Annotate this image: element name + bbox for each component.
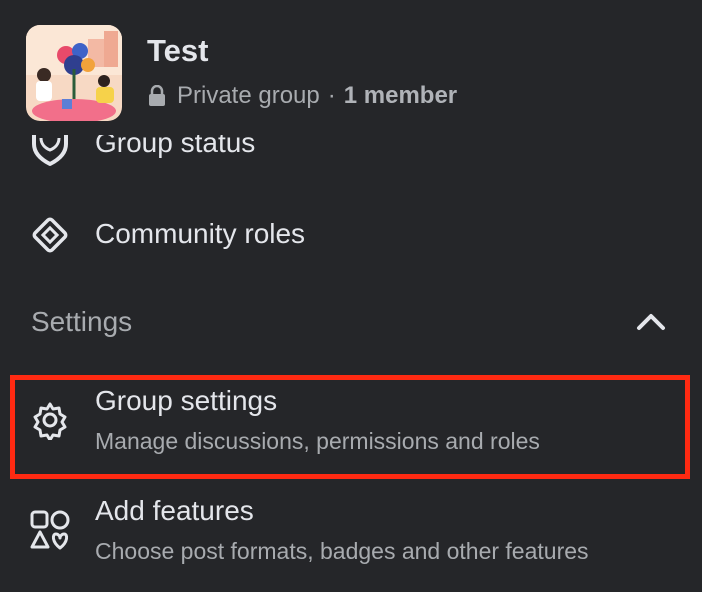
lock-icon xyxy=(149,85,165,106)
community-roles-item[interactable]: Community roles xyxy=(0,195,702,275)
group-cover-image[interactable] xyxy=(26,25,122,121)
chevron-up-icon[interactable] xyxy=(633,306,669,338)
add-features-title: Add features xyxy=(95,495,254,526)
group-meta: Private group · 1 member xyxy=(147,82,457,110)
add-features-item[interactable]: Add features Choose post formats, badges… xyxy=(0,485,702,585)
member-count[interactable]: 1 member xyxy=(344,82,457,110)
group-header: Test Private group · 1 member xyxy=(0,0,702,135)
shapes-icon xyxy=(30,510,70,550)
privacy-label: Private group xyxy=(177,82,320,109)
meta-separator: · xyxy=(327,82,336,109)
group-name[interactable]: Test xyxy=(147,33,208,69)
settings-section-title: Settings xyxy=(31,306,133,337)
diamond-icon xyxy=(32,217,68,253)
community-roles-label: Community roles xyxy=(95,218,306,249)
highlight-box xyxy=(10,375,690,479)
add-features-subtitle: Choose post formats, badges and other fe… xyxy=(95,538,589,564)
